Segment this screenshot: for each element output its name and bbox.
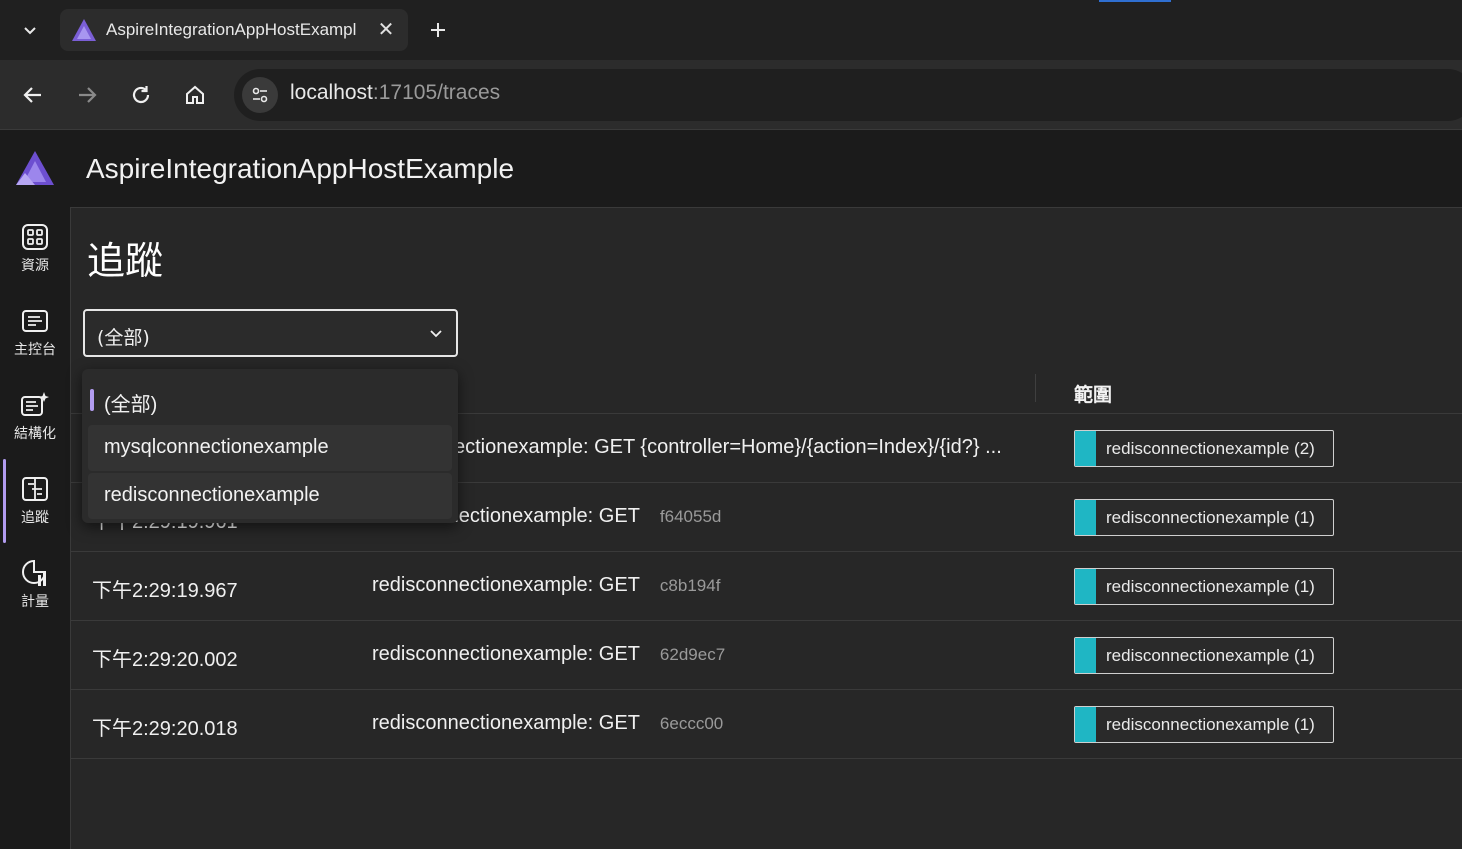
table-row[interactable]: 下午2:29:20.002 redisconnectionexample: GE… bbox=[71, 621, 1462, 690]
trace-id: 62d9ec7 bbox=[659, 645, 726, 664]
plus-icon bbox=[431, 23, 445, 37]
resource-filter-listbox: (全部) mysqlconnectionexample redisconnect… bbox=[82, 369, 458, 523]
url-host: localhost bbox=[290, 81, 373, 104]
new-tab-button[interactable] bbox=[424, 14, 452, 46]
option-label: mysqlconnectionexample bbox=[104, 436, 329, 458]
trace-id: f64055d bbox=[659, 507, 722, 526]
option-all[interactable]: (全部) bbox=[88, 377, 452, 423]
tune-icon bbox=[252, 87, 268, 103]
reload-icon bbox=[132, 86, 150, 104]
url-text: localhost:17105/traces bbox=[290, 81, 500, 105]
tab-title: AspireIntegrationAppHostExample bbox=[106, 20, 356, 39]
row-trace-name[interactable]: redisconnectionexample: GET c8b194f bbox=[372, 574, 720, 597]
span-label: redisconnectionexample (1) bbox=[1106, 508, 1315, 527]
arrow-left-icon bbox=[23, 87, 41, 103]
side-navigation: 資源 主控台 結構化 追蹤 計量 bbox=[0, 207, 70, 849]
span-label: redisconnectionexample (1) bbox=[1106, 715, 1315, 734]
nav-item-console[interactable]: 主控台 bbox=[0, 291, 70, 367]
trace-name-text: redisconnectionexample: GET bbox=[372, 643, 640, 665]
nav-item-metrics[interactable]: 計量 bbox=[0, 543, 70, 619]
option-label: (全部) bbox=[104, 394, 158, 416]
traces-icon bbox=[19, 473, 51, 505]
page-title: 追蹤 bbox=[87, 239, 164, 283]
row-timestamp: 下午2:29:20.002 bbox=[92, 649, 238, 671]
row-trace-name[interactable]: redisconnectionexample: GET 62d9ec7 bbox=[372, 643, 725, 666]
trace-id: 6eccc00 bbox=[659, 714, 724, 733]
active-nav-indicator bbox=[3, 459, 6, 543]
span-badge: redisconnectionexample (1) bbox=[1074, 637, 1334, 674]
trace-name-text: redisconnectionexample: GET bbox=[372, 712, 640, 734]
home-icon bbox=[186, 85, 204, 104]
nav-label-console: 主控台 bbox=[14, 342, 56, 358]
metrics-icon bbox=[19, 557, 51, 589]
row-timestamp: 下午2:29:19.967 bbox=[92, 580, 238, 602]
grid-icon bbox=[19, 221, 51, 253]
column-divider[interactable] bbox=[1035, 374, 1036, 402]
tab-search-button[interactable] bbox=[12, 14, 48, 46]
span-badge: redisconnectionexample (2) bbox=[1074, 430, 1334, 467]
span-label: redisconnectionexample (1) bbox=[1106, 646, 1315, 665]
structured-logs-icon bbox=[19, 389, 51, 421]
nav-label-traces: 追蹤 bbox=[21, 510, 49, 526]
span-badge: redisconnectionexample (1) bbox=[1074, 706, 1334, 743]
row-trace-name[interactable]: ectionexample: GET {controller=Home}/{ac… bbox=[454, 436, 1002, 459]
trace-name-text: redisconnectionexample: GET bbox=[372, 574, 640, 596]
span-color-swatch bbox=[1075, 638, 1096, 673]
row-trace-name[interactable]: redisconnectionexample: GET 6eccc00 bbox=[372, 712, 723, 735]
trace-name-text: ectionexample: GET {controller=Home}/{ac… bbox=[454, 436, 1002, 458]
main-content: 追蹤 (全部) 範圍 ectionexample: GET {controlle… bbox=[70, 207, 1462, 849]
nav-label-metrics: 計量 bbox=[21, 594, 49, 610]
back-button[interactable] bbox=[17, 79, 49, 111]
table-row[interactable]: 下午2:29:19.967 redisconnectionexample: GE… bbox=[71, 552, 1462, 621]
arrow-right-icon bbox=[79, 87, 97, 103]
nav-item-traces[interactable]: 追蹤 bbox=[0, 459, 70, 535]
trace-id: c8b194f bbox=[659, 576, 721, 595]
selected-marker bbox=[90, 389, 94, 411]
url-path: :17105/traces bbox=[372, 81, 501, 104]
aspire-logo-icon bbox=[72, 19, 96, 41]
console-icon bbox=[19, 305, 51, 337]
forward-button[interactable] bbox=[71, 79, 103, 111]
close-tab-icon[interactable]: ✕ bbox=[376, 19, 396, 39]
app-title: AspireIntegrationAppHostExample bbox=[86, 153, 515, 184]
home-button[interactable] bbox=[179, 79, 211, 111]
chevron-down-icon bbox=[430, 330, 442, 338]
resource-filter-select[interactable]: (全部) bbox=[83, 309, 458, 357]
span-color-swatch bbox=[1075, 500, 1096, 535]
site-info-button[interactable] bbox=[242, 77, 278, 113]
option-redisconnectionexample[interactable]: redisconnectionexample bbox=[88, 473, 452, 519]
span-color-swatch bbox=[1075, 431, 1096, 466]
option-label: redisconnectionexample bbox=[104, 484, 320, 506]
row-timestamp: 下午2:29:20.018 bbox=[92, 718, 238, 740]
span-label: redisconnectionexample (2) bbox=[1106, 439, 1315, 458]
browser-tab-strip: AspireIntegrationAppHostExample ✕ bbox=[0, 0, 1462, 60]
span-badge: redisconnectionexample (1) bbox=[1074, 568, 1334, 605]
span-color-swatch bbox=[1075, 569, 1096, 604]
nav-label-structured: 結構化 bbox=[14, 426, 56, 442]
browser-toolbar: localhost:17105/traces bbox=[0, 60, 1462, 130]
browser-tab-active[interactable]: AspireIntegrationAppHostExample ✕ bbox=[60, 9, 408, 51]
column-header-spans[interactable]: 範圍 bbox=[1074, 380, 1112, 407]
nav-item-structured[interactable]: 結構化 bbox=[0, 375, 70, 451]
option-mysqlconnectionexample[interactable]: mysqlconnectionexample bbox=[88, 425, 452, 471]
nav-label-resources: 資源 bbox=[21, 258, 49, 274]
select-value: (全部) bbox=[97, 327, 150, 349]
chevron-down-icon bbox=[24, 27, 36, 35]
span-label: redisconnectionexample (1) bbox=[1106, 577, 1315, 596]
table-row[interactable]: 下午2:29:20.018 redisconnectionexample: GE… bbox=[71, 690, 1462, 759]
reload-button[interactable] bbox=[125, 79, 157, 111]
aspire-logo-icon bbox=[16, 151, 54, 185]
address-bar[interactable]: localhost:17105/traces bbox=[234, 69, 1462, 121]
nav-item-resources[interactable]: 資源 bbox=[0, 207, 70, 283]
span-badge: redisconnectionexample (1) bbox=[1074, 499, 1334, 536]
loading-indicator bbox=[1099, 0, 1171, 2]
span-color-swatch bbox=[1075, 707, 1096, 742]
app-header: AspireIntegrationAppHostExample bbox=[0, 131, 1462, 207]
